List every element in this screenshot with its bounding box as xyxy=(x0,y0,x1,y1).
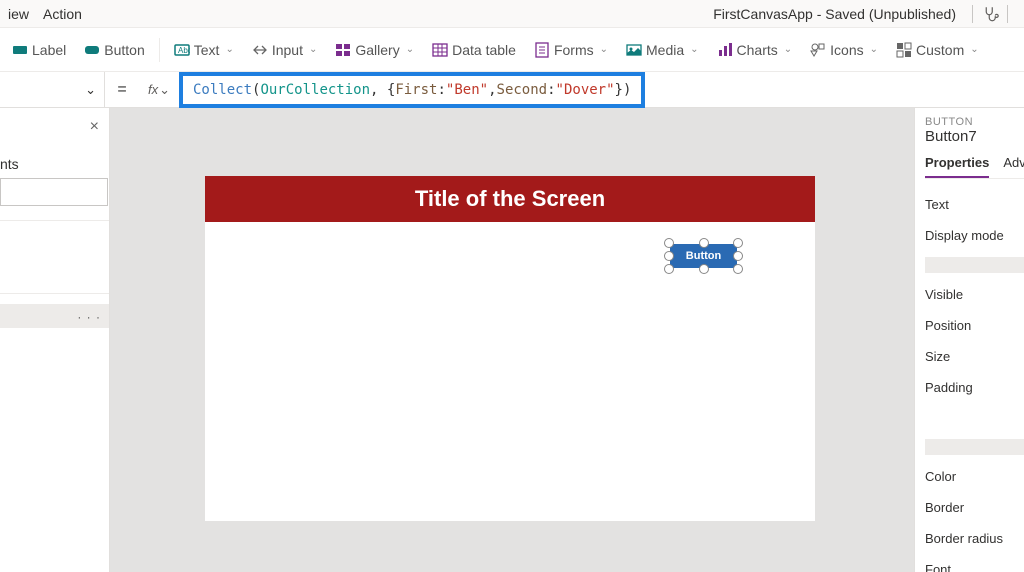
stethoscope-icon[interactable] xyxy=(981,5,999,23)
gallery-icon xyxy=(335,42,351,58)
prop-border-radius[interactable]: Border radius xyxy=(925,523,1024,554)
formula-identifier: OurCollection xyxy=(260,82,370,98)
chevron-down-icon: ⌄ xyxy=(870,44,878,55)
menu-action[interactable]: Action xyxy=(43,6,82,22)
formula-prop: First xyxy=(395,82,437,98)
resize-handle[interactable] xyxy=(664,264,674,274)
screen-title-label: Title of the Screen xyxy=(205,176,815,222)
prop-padding[interactable]: Padding xyxy=(925,372,1024,403)
tree-view-label: nts xyxy=(0,156,109,178)
prop-display-mode[interactable]: Display mode xyxy=(925,220,1024,251)
control-name[interactable]: Button7 xyxy=(925,128,1024,145)
insert-forms[interactable]: Forms ⌄ xyxy=(528,38,614,62)
prop-border[interactable]: Border xyxy=(925,492,1024,523)
chevron-down-icon: ⌄ xyxy=(309,44,317,55)
insert-media-label: Media xyxy=(646,42,684,58)
insert-icons-label: Icons xyxy=(830,42,863,58)
menu-view[interactable]: iew xyxy=(8,6,29,22)
app-title: FirstCanvasApp - Saved (Unpublished) xyxy=(713,6,956,22)
insert-custom-label: Custom xyxy=(916,42,964,58)
screen[interactable]: Title of the Screen Button xyxy=(205,176,815,521)
table-icon xyxy=(432,42,448,58)
insert-button[interactable]: Button xyxy=(78,38,150,62)
prop-text[interactable]: Text xyxy=(925,189,1024,220)
chevron-down-icon: ⌄ xyxy=(690,44,698,55)
tree-item-selected[interactable] xyxy=(0,304,109,328)
insert-icons[interactable]: Icons ⌄ xyxy=(804,38,884,62)
close-icon[interactable]: × xyxy=(90,118,99,136)
search-input[interactable] xyxy=(0,178,108,206)
charts-icon xyxy=(717,42,733,58)
custom-icon xyxy=(896,42,912,58)
button-icon xyxy=(84,42,100,58)
formula-string: "Dover" xyxy=(556,82,615,98)
input-icon xyxy=(252,42,268,58)
formula-input[interactable]: Collect(OurCollection, {First: "Ben", Se… xyxy=(179,72,645,108)
titlebar: iew Action FirstCanvasApp - Saved (Unpub… xyxy=(0,0,1024,28)
resize-handle[interactable] xyxy=(664,238,674,248)
prop-visible[interactable]: Visible xyxy=(925,279,1024,310)
svg-text:Abc: Abc xyxy=(178,46,190,55)
insert-label-text: Label xyxy=(32,42,66,58)
insert-charts-label: Charts xyxy=(737,42,778,58)
tab-advanced[interactable]: Advan xyxy=(1003,151,1024,178)
prop-size[interactable]: Size xyxy=(925,341,1024,372)
ribbon: Label Button Abc Text ⌄ Input ⌄ Gallery ⌄ D… xyxy=(0,28,1024,72)
fx-button[interactable]: fx⌄ xyxy=(139,82,179,98)
button-text: Button xyxy=(686,250,721,262)
properties-pane: BUTTON Button7 Properties Advan Text Dis… xyxy=(914,108,1024,572)
formula-string: "Ben" xyxy=(446,82,488,98)
insert-text-label: Text xyxy=(194,42,220,58)
tab-properties[interactable]: Properties xyxy=(925,151,989,178)
equals-sign: = xyxy=(105,81,139,99)
icons-icon xyxy=(810,42,826,58)
property-selector[interactable]: ⌄ xyxy=(0,72,105,107)
chevron-down-icon: ⌄ xyxy=(159,82,170,98)
insert-gallery-label: Gallery xyxy=(355,42,399,58)
text-icon: Abc xyxy=(174,42,190,58)
tree-view-pane: × nts xyxy=(0,108,110,572)
button-control[interactable]: Button xyxy=(670,244,737,268)
resize-handle[interactable] xyxy=(733,251,743,261)
more-icon[interactable] xyxy=(77,309,101,324)
insert-label[interactable]: Label xyxy=(6,38,72,62)
media-icon xyxy=(626,42,642,58)
resize-handle[interactable] xyxy=(733,238,743,248)
chevron-down-icon: ⌄ xyxy=(406,44,414,55)
insert-input-label: Input xyxy=(272,42,303,58)
label-icon xyxy=(12,42,28,58)
chevron-down-icon: ⌄ xyxy=(970,44,978,55)
resize-handle[interactable] xyxy=(664,251,674,261)
insert-text[interactable]: Abc Text ⌄ xyxy=(168,38,240,62)
insert-media[interactable]: Media ⌄ xyxy=(620,38,705,62)
selected-control[interactable]: Button xyxy=(670,244,737,268)
insert-input[interactable]: Input ⌄ xyxy=(246,38,324,62)
insert-custom[interactable]: Custom ⌄ xyxy=(890,38,985,62)
insert-datatable-label: Data table xyxy=(452,42,516,58)
prop-font[interactable]: Font xyxy=(925,554,1024,572)
insert-datatable[interactable]: Data table xyxy=(426,38,522,62)
formula-function: Collect xyxy=(193,82,252,98)
insert-gallery[interactable]: Gallery ⌄ xyxy=(329,38,420,62)
resize-handle[interactable] xyxy=(699,264,709,274)
forms-icon xyxy=(534,42,550,58)
chevron-down-icon: ⌄ xyxy=(600,44,608,55)
canvas[interactable]: Title of the Screen Button xyxy=(110,108,914,572)
formula-bar: ⌄ = fx⌄ Collect(OurCollection, {First: "… xyxy=(0,72,1024,108)
chevron-down-icon: ⌄ xyxy=(85,82,96,98)
insert-charts[interactable]: Charts ⌄ xyxy=(711,38,799,62)
insert-forms-label: Forms xyxy=(554,42,594,58)
resize-handle[interactable] xyxy=(733,264,743,274)
prop-color[interactable]: Color xyxy=(925,461,1024,492)
resize-handle[interactable] xyxy=(699,238,709,248)
chevron-down-icon: ⌄ xyxy=(784,44,792,55)
control-kind-label: BUTTON xyxy=(925,116,1024,128)
prop-position[interactable]: Position xyxy=(925,310,1024,341)
chevron-down-icon: ⌄ xyxy=(225,44,233,55)
formula-prop: Second xyxy=(497,82,548,98)
insert-button-text: Button xyxy=(104,42,144,58)
